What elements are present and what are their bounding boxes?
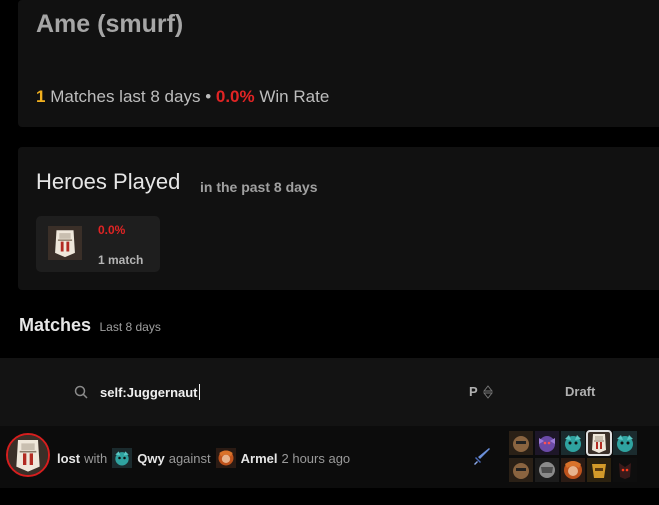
with-word: with [84, 450, 108, 466]
stats-separator: • [205, 87, 212, 106]
juggernaut-portrait-icon [48, 225, 82, 261]
juggernaut-avatar-icon [6, 433, 50, 477]
draft-hero-brown-2-icon [509, 458, 533, 482]
draft-hero-juggernaut-icon [586, 430, 612, 456]
matches-label: Matches last 8 days [50, 87, 201, 106]
matches-count: 1 [36, 87, 46, 106]
profile-card: Ame (smurf) 1 Matches last 8 days • 0.0%… [18, 0, 659, 127]
match-summary: lost with Qwy against Armel 2 hours ago [57, 448, 350, 468]
heroes-played-title: Heroes Played [36, 169, 181, 194]
draft-hero-purple-icon [535, 431, 559, 455]
matches-table-header: P Draft [0, 358, 659, 426]
draft-hero-teal-icon [561, 431, 585, 455]
match-result: lost [57, 450, 81, 466]
heroes-played-subtitle: in the past 8 days [200, 179, 318, 195]
column-header-draft[interactable]: Draft [565, 384, 595, 399]
search-input[interactable] [100, 382, 210, 402]
hero-match-count: 1 match [98, 253, 144, 267]
enemy-hero-icon [216, 448, 236, 468]
profile-stats: 1 Matches last 8 days • 0.0% Win Rate [36, 87, 329, 107]
draft-hero-red-icon [561, 458, 585, 482]
draft-grid [509, 430, 637, 482]
draft-hero-gold-icon [587, 458, 611, 482]
ally-hero-icon [112, 448, 132, 468]
hero-win-rate: 0.0% [98, 223, 126, 237]
draft-hero-grey-icon [535, 458, 559, 482]
win-rate-label: Win Rate [259, 87, 330, 106]
sword-icon [474, 448, 490, 465]
search-icon [74, 385, 88, 399]
against-word: against [168, 450, 211, 466]
sort-icon[interactable] [483, 385, 493, 399]
match-time: 2 hours ago [281, 450, 351, 466]
profile-name: Ame (smurf) [36, 10, 184, 38]
matches-title: Matches [19, 315, 92, 335]
heroes-played-card: Heroes Played in the past 8 days 0.0% 1 … [18, 147, 659, 290]
draft-hero-teal-2-icon [613, 431, 637, 455]
table-row[interactable]: lost with Qwy against Armel 2 hours ago [0, 426, 659, 488]
draft-hero-dark-icon [613, 458, 637, 482]
draft-hero-brown-icon [509, 431, 533, 455]
win-rate-value: 0.0% [215, 87, 255, 106]
matches-subtitle: Last 8 days [99, 320, 161, 334]
column-header-p[interactable]: P [469, 384, 478, 399]
text-cursor [199, 384, 200, 400]
ally-player-name[interactable]: Qwy [137, 451, 164, 466]
hero-tile[interactable]: 0.0% 1 match [36, 216, 160, 272]
matches-header: Matches Last 8 days [19, 315, 161, 336]
enemy-player-name[interactable]: Armel [241, 451, 278, 466]
